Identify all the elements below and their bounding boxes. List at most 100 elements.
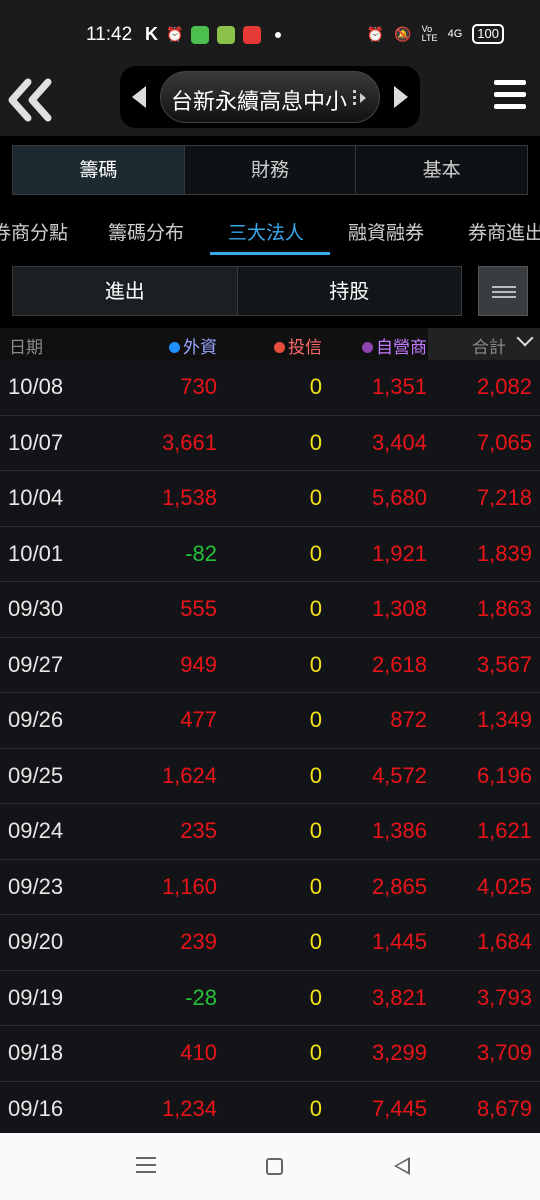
mute-icon: 🔕 bbox=[394, 25, 412, 42]
cell-total: 6,196 bbox=[476, 762, 532, 788]
table-row[interactable]: 09/30 555 0 1,308 1,863 bbox=[0, 582, 540, 638]
cell-total: 8,679 bbox=[476, 1095, 532, 1121]
stock-selector: 台新永續高息中小 bbox=[120, 66, 420, 128]
cell-trust: 0 bbox=[309, 984, 322, 1010]
app-icon-red bbox=[243, 25, 262, 44]
table-row[interactable]: 09/23 1,160 0 2,865 4,025 bbox=[0, 860, 540, 915]
list-view-button[interactable] bbox=[478, 266, 528, 316]
cell-total: 3,793 bbox=[476, 984, 532, 1010]
status-bar: 11:42 K ⏰ ⏰ 🔕 Vo LTE 4G 100 bbox=[0, 0, 540, 66]
next-stock-arrow-icon[interactable] bbox=[394, 86, 408, 108]
cell-dealer: 5,680 bbox=[371, 485, 427, 510]
subtab-margin-trading[interactable]: 融資融券 bbox=[348, 218, 424, 245]
more-notifications-dot bbox=[275, 31, 282, 38]
cell-foreign: 239 bbox=[180, 929, 217, 954]
header-total-sort[interactable]: 合計 bbox=[428, 328, 540, 360]
cell-trust: 0 bbox=[309, 707, 322, 732]
cell-dealer: 3,299 bbox=[371, 1040, 427, 1065]
cell-date: 09/19 bbox=[8, 984, 64, 1010]
cell-foreign: -82 bbox=[185, 540, 217, 566]
recent-apps-icon[interactable] bbox=[136, 1157, 156, 1178]
cell-trust: 0 bbox=[309, 929, 322, 954]
grip-icon bbox=[353, 90, 366, 105]
hamburger-icon bbox=[494, 80, 526, 85]
cell-trust: 0 bbox=[309, 485, 322, 510]
cell-trust: 0 bbox=[309, 540, 322, 566]
table-row[interactable]: 10/04 1,538 0 5,680 7,218 bbox=[0, 471, 540, 527]
stock-name-pill[interactable]: 台新永續高息中小 bbox=[160, 71, 380, 123]
cell-total: 1,863 bbox=[476, 596, 532, 621]
app-icon-lime bbox=[217, 25, 236, 44]
cell-trust: 0 bbox=[309, 762, 322, 788]
volte-icon: Vo LTE bbox=[421, 24, 438, 43]
table-row[interactable]: 10/07 3,661 0 3,404 7,065 bbox=[0, 416, 540, 471]
header-total: 合計 bbox=[472, 338, 506, 358]
cell-date: 09/16 bbox=[8, 1095, 64, 1121]
tab-finance[interactable]: 財務 bbox=[184, 146, 357, 194]
cell-foreign: 1,160 bbox=[161, 873, 217, 899]
cell-total: 4,025 bbox=[476, 873, 532, 899]
cell-dealer: 1,921 bbox=[371, 540, 427, 566]
table-row[interactable]: 10/08 730 0 1,351 2,082 bbox=[0, 360, 540, 416]
subtab-broker-branches[interactable]: 券商分點 bbox=[0, 218, 68, 245]
cell-trust: 0 bbox=[309, 1095, 322, 1121]
subtab-broker-flow[interactable]: 券商進出 bbox=[468, 218, 540, 245]
tab-chips[interactable]: 籌碼 bbox=[13, 146, 185, 194]
cell-date: 09/25 bbox=[8, 762, 64, 788]
table-row[interactable]: 09/26 477 0 872 1,349 bbox=[0, 693, 540, 749]
cell-foreign: 410 bbox=[180, 1040, 217, 1065]
cell-dealer: 3,404 bbox=[371, 429, 427, 455]
cell-trust: 0 bbox=[309, 374, 322, 399]
subtab-chip-distribution[interactable]: 籌碼分布 bbox=[108, 218, 184, 245]
segment-flow[interactable]: 進出 bbox=[13, 267, 238, 315]
table-row[interactable]: 09/25 1,624 0 4,572 6,196 bbox=[0, 749, 540, 804]
subtab-institutional[interactable]: 三大法人 bbox=[228, 218, 304, 245]
table-row[interactable]: 10/01 -82 0 1,921 1,839 bbox=[0, 527, 540, 582]
cell-foreign: 730 bbox=[180, 374, 217, 399]
cell-foreign: 235 bbox=[180, 818, 217, 843]
table-row[interactable]: 09/20 239 0 1,445 1,684 bbox=[0, 915, 540, 971]
cell-date: 10/04 bbox=[8, 485, 64, 510]
main-tabs: 籌碼 財務 基本 bbox=[12, 145, 528, 195]
home-icon[interactable] bbox=[266, 1158, 283, 1175]
table-row[interactable]: 09/27 949 0 2,618 3,567 bbox=[0, 638, 540, 693]
table-row[interactable]: 09/24 235 0 1,386 1,621 bbox=[0, 804, 540, 860]
table-row[interactable]: 09/16 1,234 0 7,445 8,679 bbox=[0, 1082, 540, 1134]
cell-total: 1,349 bbox=[476, 707, 532, 732]
cell-trust: 0 bbox=[309, 596, 322, 621]
cell-trust: 0 bbox=[309, 873, 322, 899]
cell-date: 09/23 bbox=[8, 873, 64, 899]
cell-total: 3,567 bbox=[476, 651, 532, 677]
segment-holdings[interactable]: 持股 bbox=[237, 267, 461, 315]
tab-basic[interactable]: 基本 bbox=[356, 146, 528, 194]
table-row[interactable]: 09/19 -28 0 3,821 3,793 bbox=[0, 971, 540, 1026]
header-dealer: 自營商 bbox=[362, 333, 427, 358]
cell-foreign: -28 bbox=[185, 984, 217, 1010]
app-icon-green bbox=[191, 25, 210, 44]
cell-dealer: 7,445 bbox=[371, 1095, 427, 1121]
cell-dealer: 1,445 bbox=[371, 929, 427, 954]
table-row[interactable]: 09/18 410 0 3,299 3,709 bbox=[0, 1026, 540, 1082]
cell-foreign: 1,624 bbox=[161, 762, 217, 788]
system-icons: ⏰ 🔕 Vo LTE 4G 100 bbox=[367, 24, 504, 44]
cell-date: 09/30 bbox=[8, 596, 64, 621]
cell-date: 09/18 bbox=[8, 1040, 64, 1065]
cell-dealer: 2,618 bbox=[371, 651, 427, 677]
cell-total: 7,218 bbox=[476, 485, 532, 510]
cell-foreign: 477 bbox=[180, 707, 217, 732]
menu-button[interactable] bbox=[494, 80, 526, 114]
cell-date: 09/20 bbox=[8, 929, 64, 954]
cell-dealer: 1,386 bbox=[371, 818, 427, 843]
cell-date: 10/08 bbox=[8, 374, 64, 399]
cell-date: 09/24 bbox=[8, 818, 64, 843]
dealer-dot-icon bbox=[362, 342, 373, 353]
prev-stock-arrow-icon[interactable] bbox=[132, 86, 146, 108]
header-foreign: 外資 bbox=[169, 333, 217, 358]
chevron-down-icon bbox=[516, 329, 534, 347]
double-chevron-left-icon bbox=[8, 78, 52, 122]
stock-name: 台新永續高息中小 bbox=[170, 90, 347, 115]
cell-date: 10/01 bbox=[8, 540, 64, 566]
cell-trust: 0 bbox=[309, 1040, 322, 1065]
back-button[interactable] bbox=[6, 78, 54, 122]
table-body: 10/08 730 0 1,351 2,082 10/07 3,661 0 3,404 7,065… bbox=[0, 360, 540, 1133]
